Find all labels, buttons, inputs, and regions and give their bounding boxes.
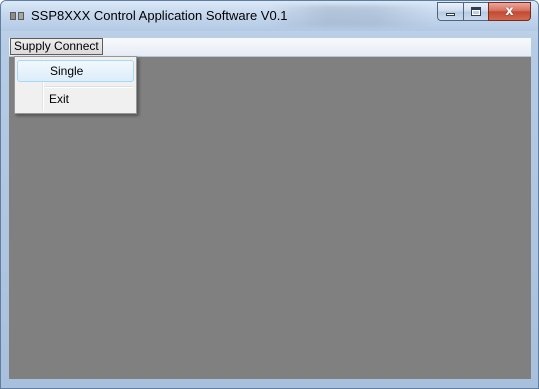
menu-item-single[interactable]: Single — [17, 60, 134, 82]
main-window: SSP8XXX Control Application Software V0.… — [0, 0, 539, 389]
minimize-button[interactable] — [437, 2, 463, 21]
close-icon: x — [505, 4, 514, 19]
maximize-icon — [471, 7, 481, 16]
supply-connect-dropdown: Single Exit — [14, 56, 137, 114]
title-bar[interactable]: SSP8XXX Control Application Software V0.… — [1, 1, 538, 31]
title-bar-glass — [271, 5, 431, 27]
caption-buttons: x — [437, 2, 531, 21]
close-button[interactable]: x — [488, 2, 531, 21]
minimize-icon — [446, 13, 455, 16]
menu-item-exit[interactable]: Exit — [17, 88, 134, 110]
maximize-button[interactable] — [463, 2, 488, 21]
menu-supply-connect[interactable]: Supply Connect — [10, 38, 103, 55]
menu-bar: Supply Connect — [9, 38, 531, 57]
app-icon[interactable] — [10, 12, 26, 21]
window-title: SSP8XXX Control Application Software V0.… — [31, 8, 288, 23]
